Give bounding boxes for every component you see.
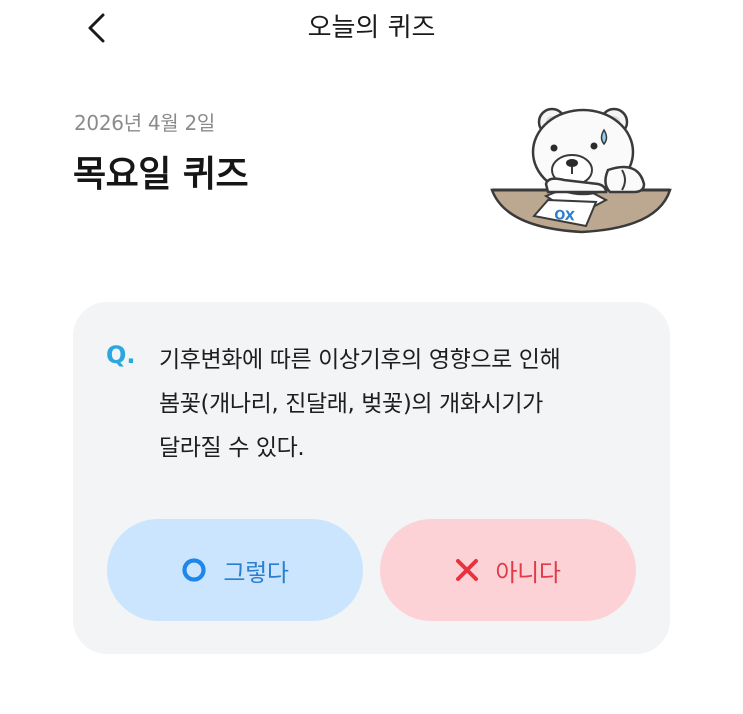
question-text: 기후변화에 따른 이상기후의 영향으로 인해 봄꽃(개나리, 진달래, 벚꽃)의…	[159, 338, 639, 470]
answer-no-button[interactable]: 아니다	[380, 519, 636, 621]
quiz-date: 2026년 4월 2일	[74, 111, 215, 135]
polar-bear-mascot: OX	[490, 107, 672, 234]
question-line: 기후변화에 따른 이상기후의 영향으로 인해	[159, 347, 561, 373]
answer-yes-button[interactable]: 그렇다	[107, 519, 363, 621]
x-mark-icon	[455, 558, 479, 582]
question-prefix: Q.	[106, 341, 136, 369]
quiz-title: 목요일 퀴즈	[73, 154, 249, 195]
header-title: 오늘의 퀴즈	[307, 13, 436, 43]
circle-o-icon	[181, 557, 207, 583]
paper-ox-text: OX	[554, 208, 576, 224]
header: 오늘의 퀴즈	[0, 0, 743, 56]
question-line: 봄꽃(개나리, 진달래, 벚꽃)의 개화시기가	[159, 391, 543, 417]
question-line: 달라질 수 있다.	[159, 435, 305, 461]
answer-no-label: 아니다	[495, 558, 561, 587]
answer-yes-label: 그렇다	[223, 558, 289, 587]
